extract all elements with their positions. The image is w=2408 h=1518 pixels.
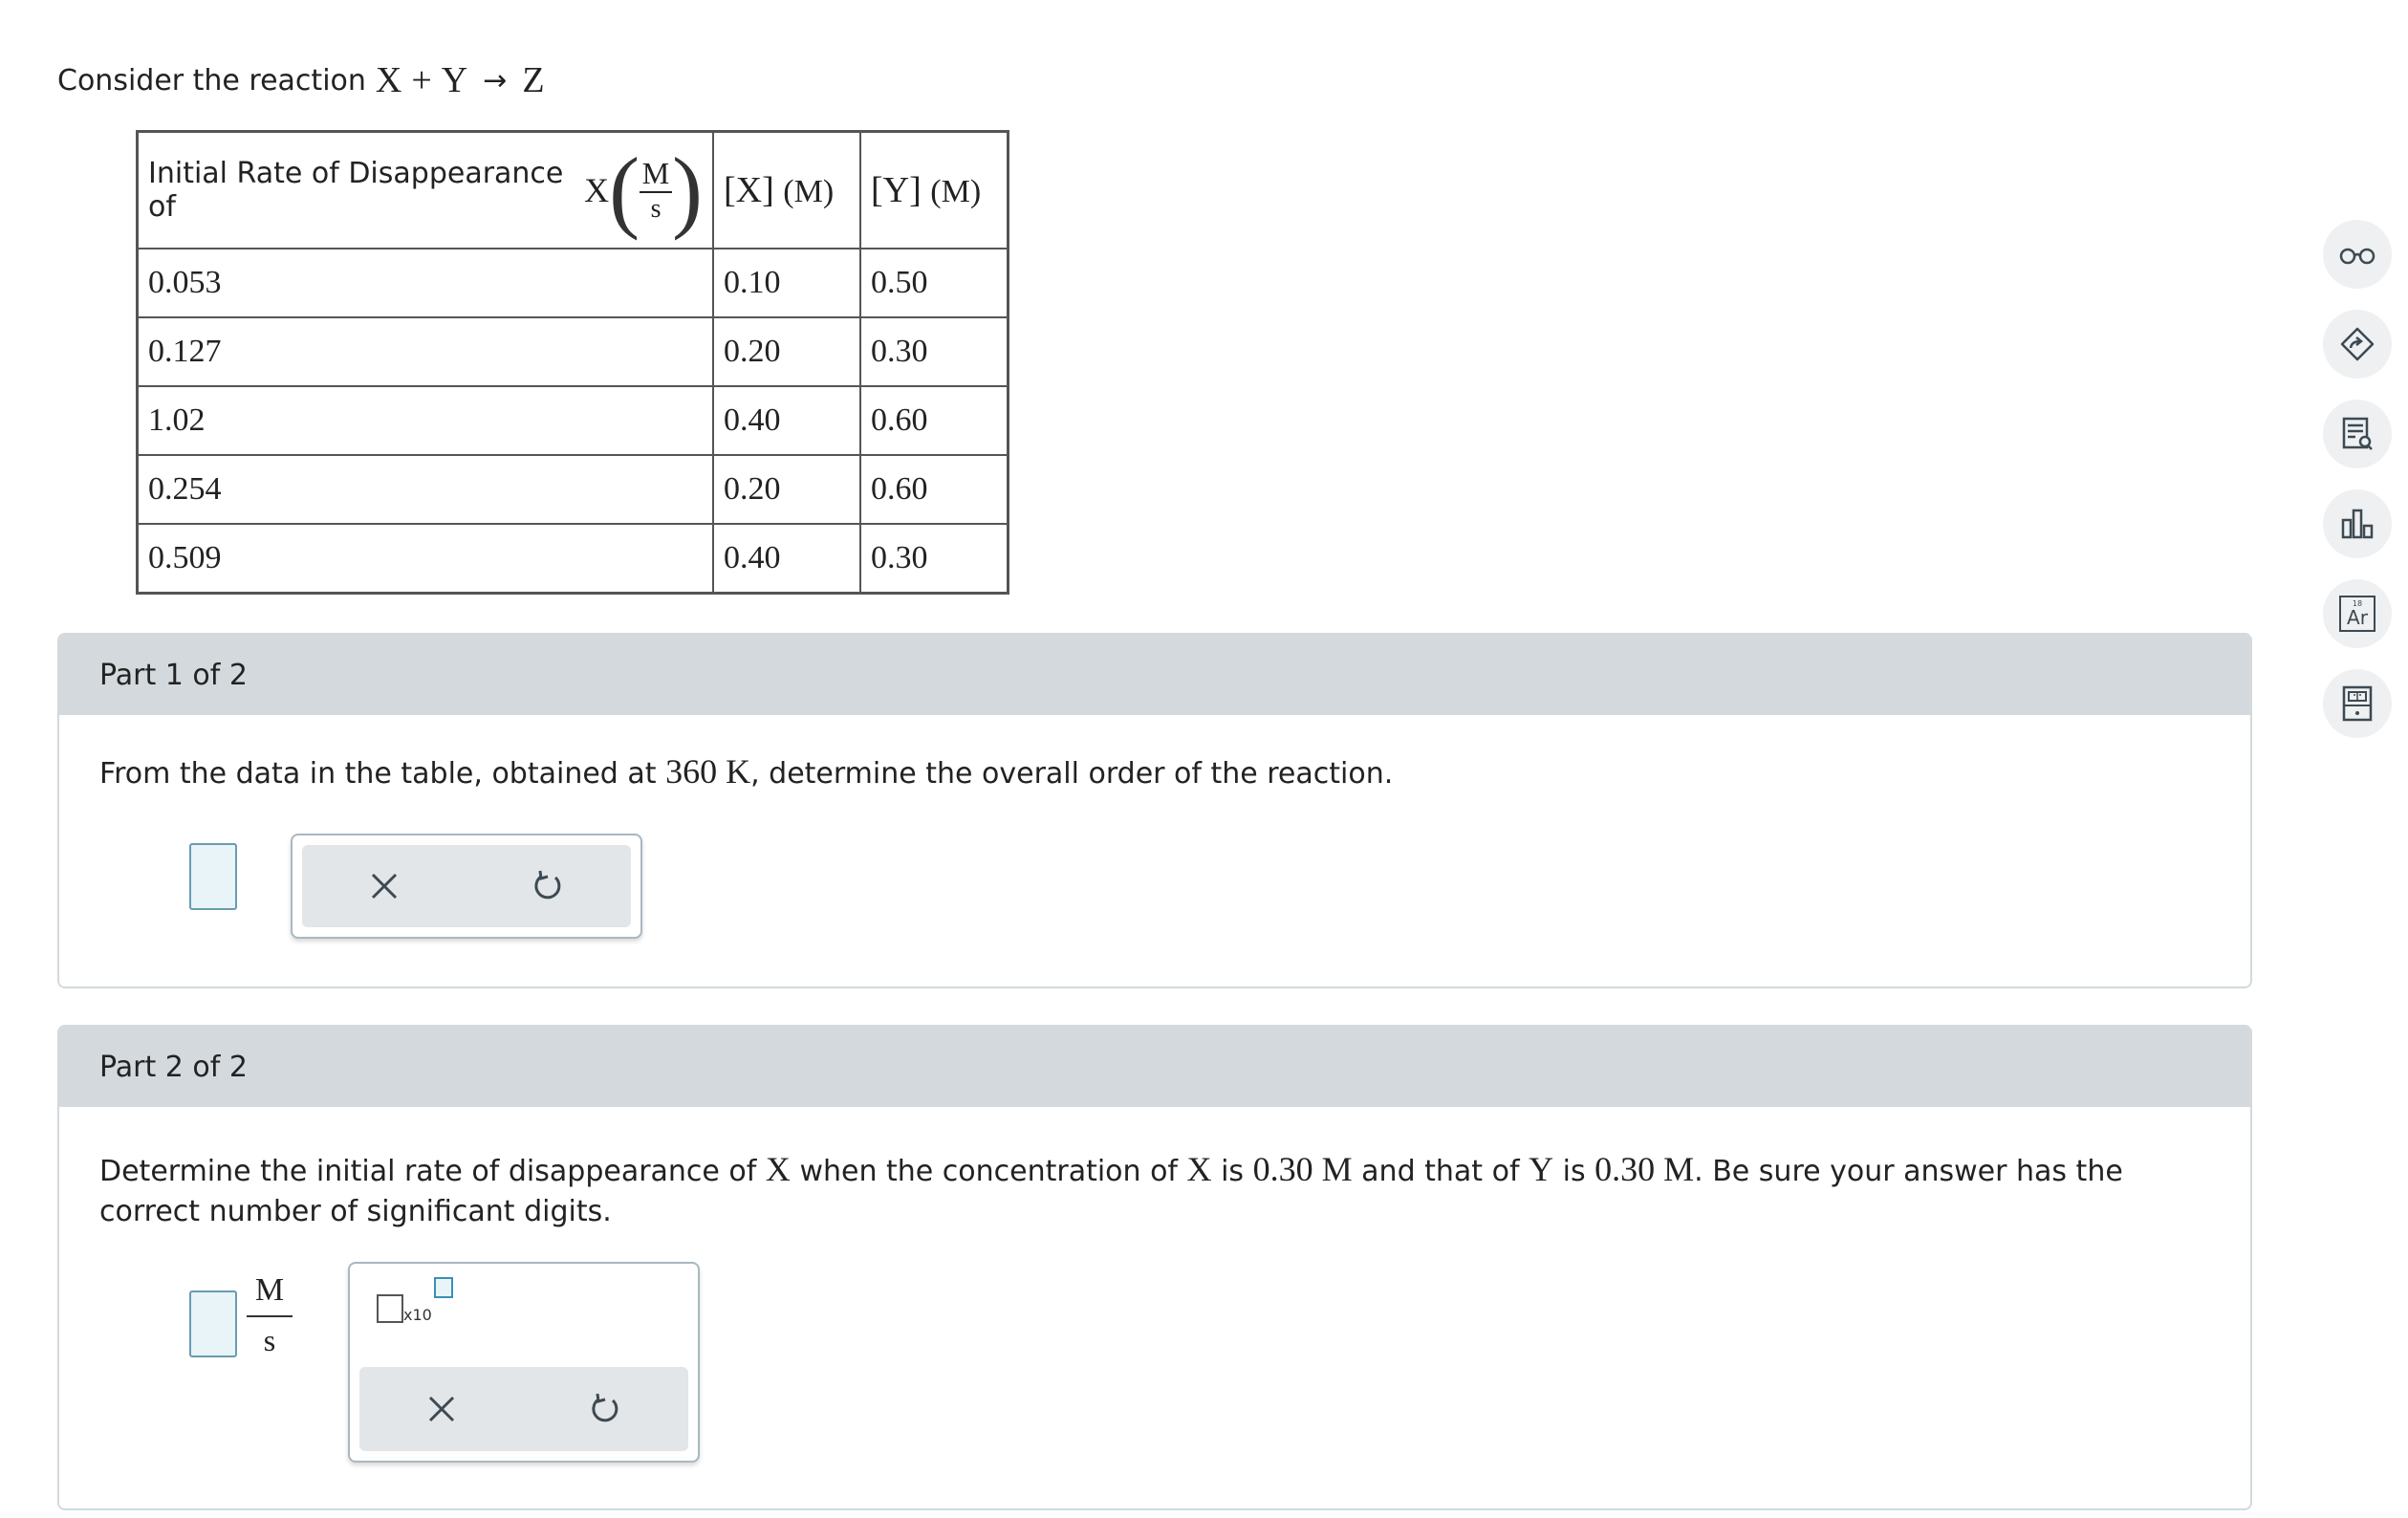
answer-tool-panel [291, 834, 642, 939]
calculator-button[interactable] [2323, 669, 2392, 738]
scientific-notation-button[interactable]: x10 [377, 1277, 453, 1324]
table-row: 0.254 0.20 0.60 [136, 454, 1009, 525]
order-answer-input[interactable] [189, 843, 237, 910]
periodic-table-icon: 18 Ar [2339, 596, 2375, 632]
cell-x: 0.10 [712, 248, 861, 318]
cell-x: 0.40 [712, 523, 861, 595]
clear-button[interactable] [356, 857, 413, 915]
cell-y: 0.60 [859, 385, 1009, 456]
unit-denominator: s [650, 194, 662, 224]
part-2-panel: Part 2 of 2 Determine the initial rate o… [57, 1025, 2252, 1510]
part-1-title: Part 1 of 2 [59, 635, 2250, 715]
notes-button[interactable] [2323, 400, 2392, 468]
tag-arrow-icon [2340, 327, 2375, 361]
header-rate: Initial Rate of Disappearance of X ( M s… [136, 130, 714, 249]
close-icon [371, 873, 398, 900]
close-icon [428, 1396, 455, 1422]
cell-rate: 0.254 [136, 454, 714, 525]
temperature: 360 K [665, 752, 751, 791]
undo-icon [534, 870, 561, 900]
clear-button-2[interactable] [413, 1380, 470, 1438]
tool-bar [302, 845, 631, 927]
rate-data-table: Initial Rate of Disappearance of X ( M s… [136, 130, 1009, 595]
notes-icon [2342, 417, 2373, 450]
table-row: 0.053 0.10 0.50 [136, 248, 1009, 318]
header-y-conc: [Y] (M) [859, 130, 1009, 249]
part-1-question: From the data in the table, obtained at … [99, 752, 1394, 791]
cell-rate: 0.127 [136, 316, 714, 387]
y-concentration: 0.30 M [1594, 1150, 1695, 1188]
cell-x: 0.20 [712, 454, 861, 525]
table-header-row: Initial Rate of Disappearance of X ( M s… [136, 130, 1009, 249]
chart-button[interactable] [2323, 489, 2392, 558]
reactant-x: X [375, 60, 402, 100]
undo-button[interactable] [520, 857, 577, 915]
undo-button-2[interactable] [577, 1380, 635, 1438]
tools-sidebar: 18 Ar [2323, 220, 2392, 738]
cell-x: 0.40 [712, 385, 861, 456]
rate-answer-input[interactable] [189, 1290, 237, 1357]
reaction-arrow: → [483, 63, 508, 98]
table-row: 1.02 0.40 0.60 [136, 385, 1009, 456]
cell-y: 0.30 [859, 523, 1009, 595]
part-2-question: Determine the initial rate of disappeara… [99, 1150, 2123, 1228]
table-row: 0.509 0.40 0.30 [136, 523, 1009, 595]
cell-y: 0.30 [859, 316, 1009, 387]
undo-icon [592, 1393, 618, 1422]
periodic-table-button[interactable]: 18 Ar [2323, 579, 2392, 648]
cell-rate: 0.053 [136, 248, 714, 318]
header-rate-label: Initial Rate of Disappearance of [148, 157, 564, 224]
glasses-icon [2339, 248, 2375, 265]
header-rate-species: X [584, 171, 610, 209]
view-button[interactable] [2323, 220, 2392, 289]
product-z: Z [522, 60, 545, 100]
reactant-y: Y [441, 60, 468, 100]
part-1-panel: Part 1 of 2 From the data in the table, … [57, 633, 2252, 988]
intro-text: Consider the reaction [57, 63, 366, 98]
header-rate-unit: M s [640, 156, 673, 224]
cell-x: 0.20 [712, 316, 861, 387]
calculator-icon [2342, 685, 2373, 722]
unit-numerator: M [641, 156, 670, 190]
hint-button[interactable] [2323, 310, 2392, 379]
x-concentration: 0.30 M [1252, 1150, 1353, 1188]
plus-sign: + [411, 60, 432, 100]
header-x-conc: [X] (M) [712, 130, 861, 249]
answer-tool-panel-2: x10 [348, 1262, 700, 1463]
rate-unit: M s [247, 1271, 293, 1357]
reaction-intro: Consider the reaction X + Y → Z [57, 59, 545, 101]
cell-y: 0.60 [859, 454, 1009, 525]
part-2-title: Part 2 of 2 [59, 1027, 2250, 1107]
bar-chart-icon [2341, 509, 2374, 539]
cell-rate: 0.509 [136, 523, 714, 595]
tool-bar-2 [359, 1367, 688, 1451]
cell-y: 0.50 [859, 248, 1009, 318]
table-row: 0.127 0.20 0.30 [136, 316, 1009, 387]
cell-rate: 1.02 [136, 385, 714, 456]
